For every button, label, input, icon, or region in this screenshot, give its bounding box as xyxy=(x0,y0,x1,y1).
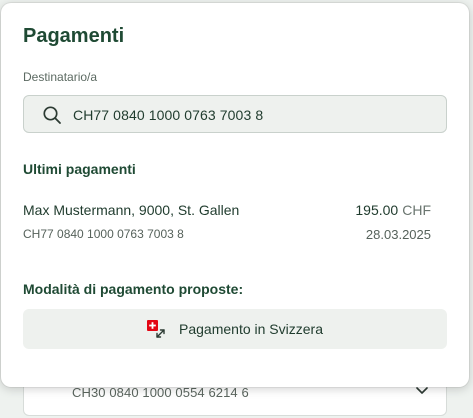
search-icon xyxy=(43,106,61,124)
chevron-down-icon xyxy=(416,387,428,394)
domestic-payment-label: Pagamento in Svizzera xyxy=(179,321,323,337)
recent-payment-name: Max Mustermann, 9000, St. Gallen xyxy=(23,202,240,218)
iban-select-value: CH30 0840 1000 0554 6214 6 xyxy=(72,385,249,400)
popover-title: Pagamenti xyxy=(23,25,125,47)
recipient-search-input[interactable]: CH77 0840 1000 0763 7003 8 xyxy=(23,95,447,133)
recent-payments-title: Ultimi pagamenti xyxy=(23,161,136,177)
swiss-flag-transfer-icon xyxy=(147,320,165,338)
recent-payment-amount: 195.00 CHF xyxy=(355,202,431,218)
recipient-search-value: CH77 0840 1000 0763 7003 8 xyxy=(73,107,264,123)
recent-payment-currency: CHF xyxy=(402,202,431,218)
recipient-label: Destinatario/a xyxy=(23,70,98,84)
payment-modes-title: Modalità di pagamento proposte: xyxy=(23,281,244,297)
recent-payment-date: 28.03.2025 xyxy=(365,227,431,242)
recent-payment-amount-value: 195.00 xyxy=(355,202,399,218)
domestic-payment-button[interactable]: Pagamento in Svizzera xyxy=(23,309,447,349)
recent-payment-item[interactable]: Max Mustermann, 9000, St. Gallen CH77 08… xyxy=(23,199,431,247)
payments-popover: Pagamenti Destinatario/a CH77 0840 1000 … xyxy=(1,3,469,387)
recent-payment-iban: CH77 0840 1000 0763 7003 8 xyxy=(23,227,184,241)
